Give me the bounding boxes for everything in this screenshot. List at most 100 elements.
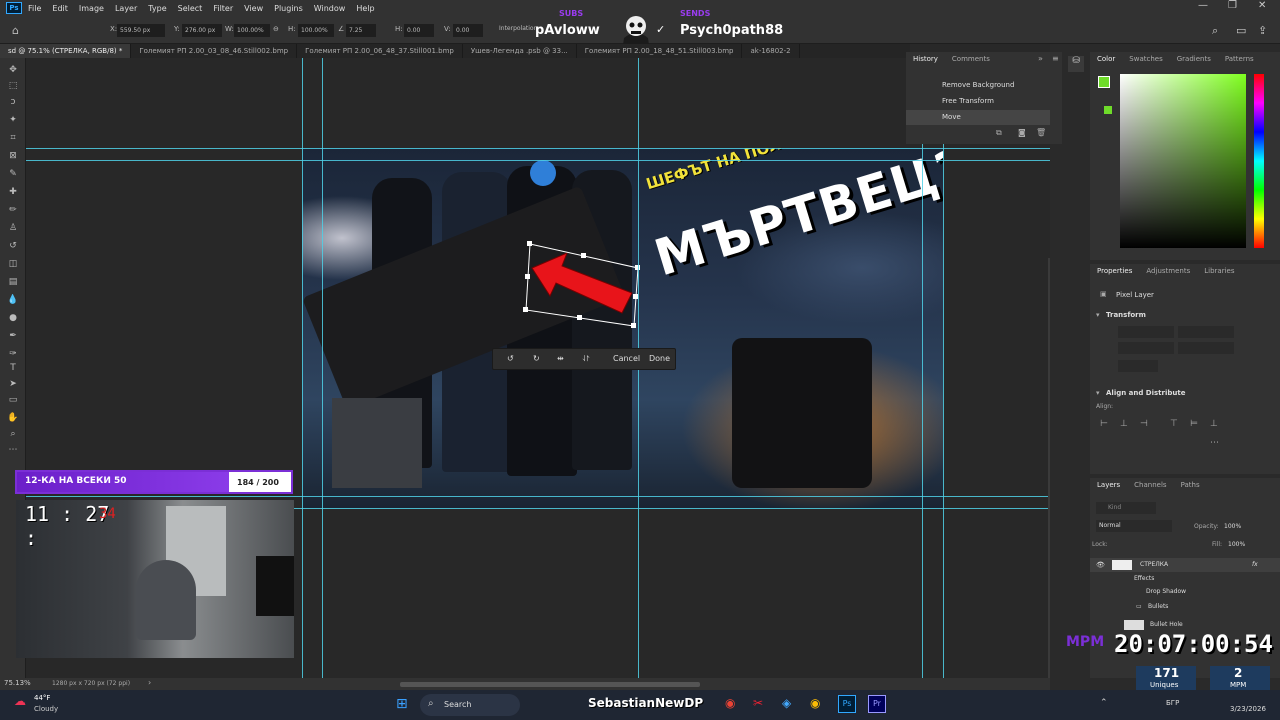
tab-history[interactable]: History [906, 52, 945, 66]
layer-row-selected[interactable]: 👁 СТРЕЛКА fx [1090, 558, 1280, 572]
eraser-tool-icon[interactable]: ◫ [7, 258, 19, 270]
trash-icon[interactable]: 🗑 [1036, 128, 1046, 137]
weather-icon[interactable]: ☁ [14, 694, 26, 708]
tab-document[interactable]: Големият РП 2.00_06_48_37.Still001.bmp [297, 44, 463, 58]
transform-y-field[interactable] [1178, 342, 1234, 354]
align-top-icon[interactable]: ⊤ [1170, 419, 1178, 429]
menu-plugins[interactable]: Plugins [274, 4, 303, 13]
align-center-icon[interactable]: ⊥ [1120, 419, 1128, 429]
thumbnail-artwork[interactable]: ШЕФЪТ НА ПОЛИЦИЯТА МЪРТВЕЦ? [302, 148, 943, 508]
done-transform-button[interactable]: Done [649, 354, 670, 363]
flip-horizontal-icon[interactable]: ⇹ [557, 354, 564, 363]
menu-filter[interactable]: Filter [213, 4, 233, 13]
align-bottom-icon[interactable]: ⊥ [1210, 419, 1218, 429]
blur-tool-icon[interactable]: 💧 [7, 294, 19, 306]
close-icon[interactable]: ✕ [1258, 0, 1266, 11]
new-doc-from-state-icon[interactable]: ⧉ [996, 128, 1002, 138]
windows-start-icon[interactable]: ⊞ [396, 696, 408, 712]
tab-paths[interactable]: Paths [1174, 478, 1207, 492]
transform-x-field[interactable] [1178, 326, 1234, 338]
guide-horizontal[interactable] [26, 160, 1050, 161]
hand-tool-icon[interactable]: ✋ [7, 412, 19, 424]
disclosure-icon[interactable]: ▾ [1096, 311, 1100, 319]
visibility-eye-icon[interactable]: 👁 [1096, 558, 1105, 572]
type-tool-icon[interactable]: T [7, 362, 19, 374]
magic-wand-tool-icon[interactable]: ✦ [7, 114, 19, 126]
transform-angle-field[interactable] [1118, 360, 1158, 372]
menu-window[interactable]: Window [314, 4, 346, 13]
y-field[interactable]: 276.00 px [182, 24, 222, 37]
history-item[interactable]: Free Transform [906, 94, 1050, 109]
vskew-field[interactable]: 0.00 [453, 24, 483, 37]
fx-icon[interactable]: fx [1252, 558, 1258, 572]
maximize-icon[interactable]: ❐ [1228, 0, 1237, 11]
menu-view[interactable]: View [244, 4, 263, 13]
tab-libraries[interactable]: Libraries [1197, 264, 1241, 278]
angle-field[interactable]: 7.25 [346, 24, 376, 37]
layer-row[interactable]: Effects [1090, 572, 1280, 586]
menu-image[interactable]: Image [79, 4, 104, 13]
status-arrow-icon[interactable]: › [148, 678, 151, 687]
layer-group-name[interactable]: Bullets [1148, 600, 1168, 614]
commit-check-icon[interactable]: ✓ [656, 23, 665, 36]
link-icon[interactable]: ⊖ [273, 25, 279, 33]
dodge-tool-icon[interactable]: ● [7, 312, 19, 324]
tab-comments[interactable]: Comments [945, 52, 997, 66]
horizontal-scrollbar[interactable] [400, 682, 700, 687]
blend-mode-select[interactable]: Normal [1096, 520, 1172, 532]
language-indicator[interactable]: БГР [1166, 699, 1179, 707]
frame-tool-icon[interactable]: ⊠ [7, 150, 19, 162]
history-brush-icon[interactable]: ↺ [7, 240, 19, 252]
tab-swatches[interactable]: Swatches [1122, 52, 1169, 66]
eyedropper-tool-icon[interactable]: ✎ [7, 168, 19, 180]
minimize-icon[interactable]: — [1198, 0, 1208, 11]
guide-vertical[interactable] [922, 58, 923, 678]
taskbar-search[interactable]: ⌕ Search [420, 694, 520, 716]
align-left-icon[interactable]: ⊢ [1100, 419, 1108, 429]
hue-slider[interactable] [1254, 74, 1264, 248]
w-field[interactable]: 100.00% [234, 24, 270, 37]
layer-row[interactable]: Drop Shadow [1090, 585, 1280, 599]
zoom-level[interactable]: 75.13% [4, 679, 31, 687]
weather-condition[interactable]: Cloudy [34, 705, 58, 713]
crop-tool-icon[interactable]: ⌗ [7, 132, 19, 144]
tab-active-document[interactable]: sd @ 75.1% (СТРЕЛКА, RGB/8) * [0, 44, 132, 58]
healing-tool-icon[interactable]: ✚ [7, 186, 19, 198]
home-icon[interactable]: ⌂ [12, 24, 19, 37]
lasso-tool-icon[interactable]: ↄ [7, 96, 19, 108]
panel-collapse-icon[interactable]: » [1038, 54, 1043, 63]
history-item-current[interactable]: Move [906, 110, 1050, 125]
tab-document[interactable]: Ушев-Легенда .psb @ 33... [463, 44, 577, 58]
guide-horizontal[interactable] [26, 148, 1050, 149]
tab-gradients[interactable]: Gradients [1170, 52, 1218, 66]
background-color-swatch[interactable] [1104, 106, 1112, 114]
share-icon[interactable]: ⇪ [1258, 24, 1267, 37]
panel-menu-icon[interactable]: ≡ [1052, 54, 1059, 63]
guide-vertical[interactable] [943, 58, 944, 678]
x-field[interactable]: 559.50 px [117, 24, 165, 37]
disclosure-icon[interactable]: ▾ [1096, 389, 1100, 397]
tab-color[interactable]: Color [1090, 52, 1122, 66]
tab-layers[interactable]: Layers [1090, 478, 1127, 492]
menu-help[interactable]: Help [356, 4, 374, 13]
rotate-cw-icon[interactable]: ↻ [533, 354, 540, 363]
chrome-icon[interactable]: ◉ [725, 696, 735, 710]
foreground-color-swatch[interactable] [1098, 76, 1110, 88]
weather-temp[interactable]: 44°F [34, 694, 50, 702]
opacity-value[interactable]: 100% [1224, 523, 1241, 530]
tab-channels[interactable]: Channels [1127, 478, 1173, 492]
transform-h-field[interactable] [1118, 342, 1174, 354]
tab-document[interactable]: Големият РП 2.00_03_08_46.Still002.bmp [131, 44, 298, 58]
more-tools-icon[interactable]: ⋯ [7, 444, 19, 456]
menu-layer[interactable]: Layer [115, 4, 137, 13]
tab-document[interactable]: ak-16802-2 [742, 44, 800, 58]
move-tool-icon[interactable]: ✥ [7, 64, 19, 76]
brush-tool-icon[interactable]: ✏ [7, 204, 19, 216]
shape-tool-icon[interactable]: ▭ [7, 394, 19, 406]
workspace-icon[interactable]: ▭ [1236, 24, 1246, 37]
stamp-tool-icon[interactable]: ♙ [7, 222, 19, 234]
history-item[interactable]: Remove Background [906, 78, 1050, 93]
transform-bounding-box[interactable] [516, 238, 646, 338]
color-picker-field[interactable] [1120, 74, 1246, 248]
gradient-tool-icon[interactable]: ▤ [7, 276, 19, 288]
